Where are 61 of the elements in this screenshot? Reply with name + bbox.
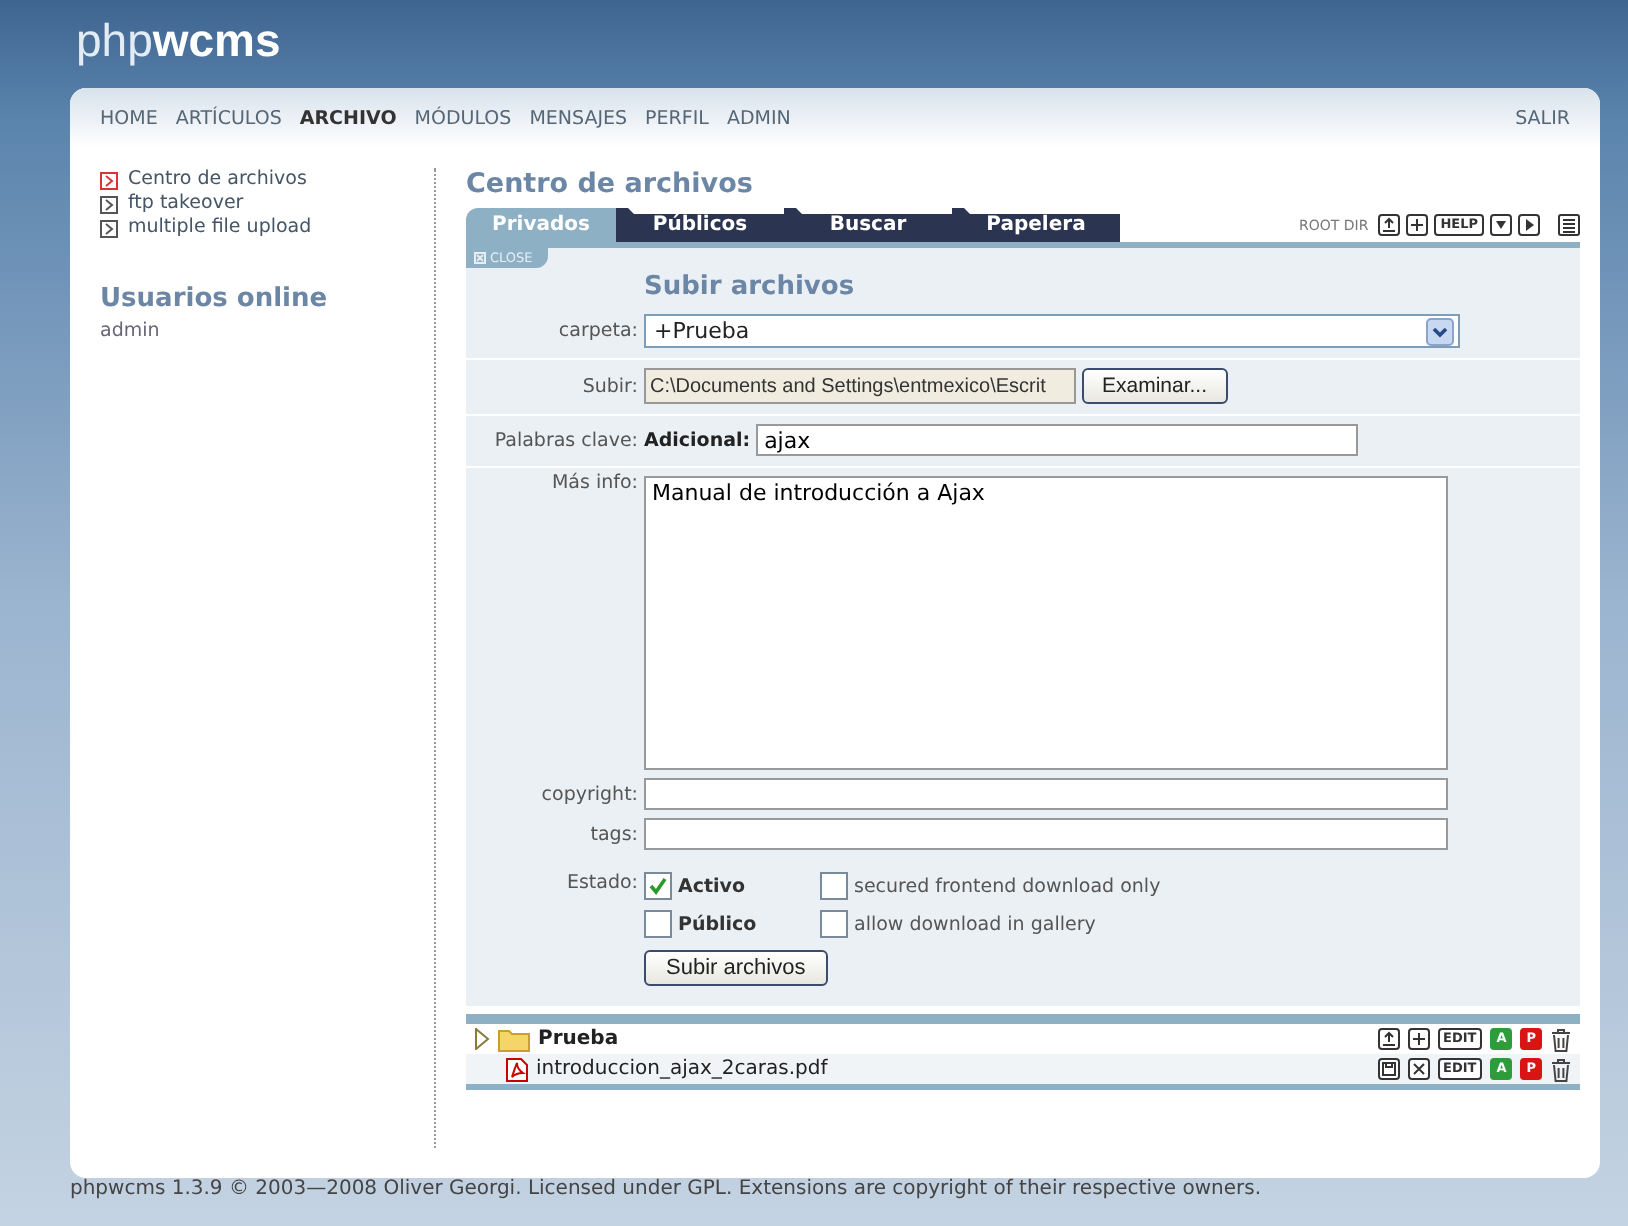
tags-field[interactable] [644, 818, 1448, 850]
tab[interactable]: Públicos [616, 208, 784, 242]
close-icon [474, 252, 486, 264]
plus-icon[interactable] [1407, 1028, 1429, 1050]
checkbox[interactable] [644, 910, 672, 938]
trash-icon[interactable] [1550, 1057, 1572, 1081]
field-label: carpeta: [556, 320, 638, 342]
field-label: Palabras clave: [492, 429, 638, 451]
file-path-field[interactable]: C:\Documents and Settings\entmexico\Escrit [644, 368, 1076, 404]
checkbox-label: Público [678, 913, 757, 935]
list-icon[interactable] [1558, 214, 1580, 236]
phpwcms-logo: phpwcms [76, 12, 281, 68]
field-label: Estado: [564, 872, 638, 894]
checkbox-label: allow download in gallery [854, 913, 1096, 935]
logout-link[interactable]: SALIR [1515, 107, 1570, 129]
checkbox[interactable] [820, 872, 848, 900]
folder-name[interactable]: Prueba [538, 1028, 619, 1050]
upload-icon[interactable] [1378, 214, 1401, 236]
tab[interactable]: Buscar [784, 208, 952, 242]
cross-icon[interactable] [1407, 1058, 1429, 1080]
upload-icon[interactable] [1377, 1028, 1399, 1050]
field-label: Adicional: [644, 429, 751, 451]
field-label: Subir: [580, 375, 638, 397]
save-icon[interactable] [1377, 1058, 1399, 1080]
nav-link[interactable]: PERFIL [645, 107, 709, 129]
right-icon[interactable] [1518, 214, 1540, 236]
pdf-file-icon [506, 1057, 528, 1081]
field-label: Más info: [549, 472, 638, 494]
sidebar-link[interactable]: multiple file upload [128, 216, 312, 240]
browse-button[interactable]: Examinar... [1082, 368, 1228, 404]
file-name[interactable]: introduccion_ajax_2caras.pdf [536, 1058, 828, 1080]
user-name: admin [100, 320, 162, 342]
nav-link[interactable]: ADMIN [726, 107, 791, 129]
expand-arrow-icon[interactable] [474, 1028, 490, 1050]
sidebar-link[interactable]: ftp takeover [128, 192, 244, 216]
down-icon[interactable] [1490, 214, 1512, 236]
field-label: copyright: [539, 783, 638, 805]
nav-link[interactable]: ARTÍCULOS [175, 107, 282, 129]
page-title: Centro de archivos [466, 168, 755, 200]
nav-link[interactable]: ARCHIVO [299, 107, 397, 129]
checkbox[interactable] [820, 910, 848, 938]
nav-link[interactable]: MENSAJES [529, 107, 628, 129]
nav-link[interactable]: HOME [100, 107, 158, 129]
dropdown-icon [1426, 317, 1454, 345]
footer-text: phpwcms 1.3.9 © 2003—2008 Oliver Georgi. Licensed under GPL. Extensions are copyright of their respective owners. [70, 1178, 1264, 1200]
keywords-field[interactable]: ajax [756, 424, 1359, 456]
tab[interactable]: Papelera [952, 208, 1120, 242]
checkbox-label: Activo [678, 875, 746, 897]
upload-button[interactable]: Subir archivos [644, 950, 828, 986]
section-heading: Usuarios online [100, 284, 330, 314]
checkbox[interactable] [644, 872, 672, 900]
description-field[interactable]: Manual de introducción a Ajax [644, 476, 1448, 770]
checkbox-label: secured frontend download only [854, 875, 1161, 897]
nav-link[interactable]: MÓDULOS [414, 107, 512, 129]
folder-select[interactable]: +Prueba [644, 314, 1460, 348]
copyright-field[interactable] [644, 778, 1448, 810]
sidebar-link[interactable]: Centro de archivos [128, 168, 307, 192]
form-heading: Subir archivos [644, 272, 855, 302]
field-label: tags: [588, 823, 638, 845]
trash-icon[interactable] [1550, 1027, 1572, 1051]
plus-icon[interactable] [1406, 214, 1429, 236]
